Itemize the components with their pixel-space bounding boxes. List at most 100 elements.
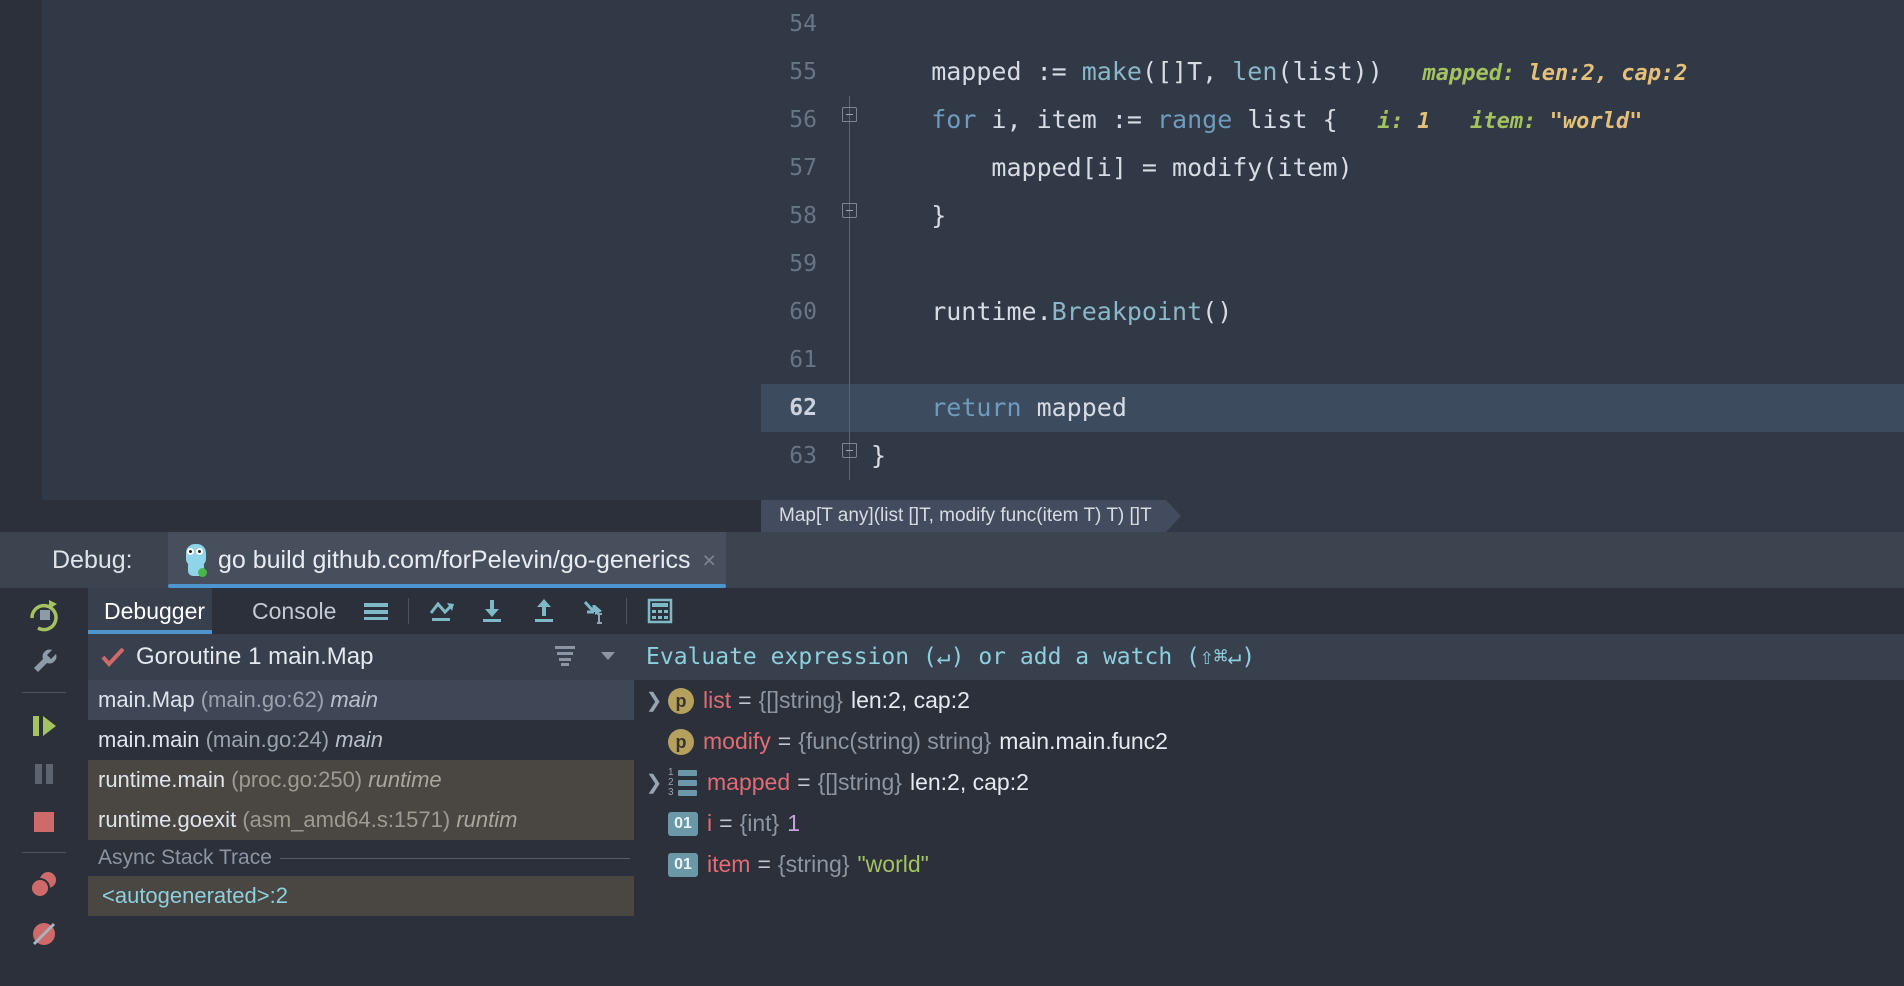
fold-marker-icon[interactable] — [842, 107, 857, 122]
frame-module: runtime — [368, 767, 442, 792]
fold-guide-line — [849, 240, 850, 288]
inline-hint-name: i: — [1377, 109, 1404, 134]
code-text: for i, item := range list { i: 1 item: "… — [931, 105, 1643, 134]
code-line-57[interactable]: 57 mapped[i] = modify(item) — [761, 144, 1904, 192]
code-line-54[interactable]: 54 — [761, 0, 1904, 48]
editor-empty-pane — [42, 0, 761, 500]
async-stack-trace-separator: Async Stack Trace — [88, 840, 634, 876]
fold-gutter[interactable] — [829, 192, 871, 240]
step-into-icon[interactable] — [476, 596, 508, 626]
frames-list[interactable]: main.Map (main.go:62) main main.main (mai… — [88, 680, 634, 840]
parameter-badge-icon: p — [668, 687, 694, 714]
debug-side-toolbar[interactable] — [0, 588, 88, 986]
variables-list[interactable]: ❯ p list = {[]string} len:2, cap:2 p modify = {fu… — [634, 680, 1904, 885]
debug-header: Debug: go build github.com/forPelevin/go… — [0, 532, 1904, 588]
breadcrumb[interactable]: Map[T any](list []T, modify func(item T)… — [761, 500, 1181, 532]
thread-running-check-icon — [100, 644, 126, 670]
variable-row[interactable]: p modify = {func(string) string} main.main.f… — [634, 721, 1904, 762]
fold-marker-icon[interactable] — [842, 203, 857, 218]
resume-program-icon[interactable] — [22, 704, 66, 748]
code-line-56[interactable]: 56 for i, item := range list { i: 1 item… — [761, 96, 1904, 144]
frame-function: runtime.main — [98, 767, 226, 792]
frame-function: main.main — [98, 727, 200, 752]
stack-frame-row[interactable]: runtime.goexit (asm_amd64.s:1571) runtim — [88, 800, 634, 840]
variable-value: len:2, cap:2 — [850, 687, 970, 713]
chevron-right-icon[interactable]: ❯ — [640, 688, 668, 713]
view-breakpoints-icon[interactable] — [22, 864, 66, 908]
code-line-58[interactable]: 58 } — [761, 192, 1904, 240]
fold-gutter[interactable] — [829, 0, 871, 48]
fold-gutter[interactable] — [829, 336, 871, 384]
mute-breakpoints-icon[interactable] — [22, 912, 66, 956]
variable-type: {func(string) string} — [798, 728, 992, 754]
thread-selector-label[interactable]: Goroutine 1 main.Map — [136, 643, 373, 671]
stack-frame-row[interactable]: main.Map (main.go:62) main — [88, 680, 634, 720]
frame-location: (proc.go:250) — [231, 767, 363, 792]
variable-name: list — [703, 687, 732, 713]
fold-gutter[interactable] — [829, 240, 871, 288]
inline-hint-value: len:2, cap:2 — [1528, 61, 1688, 86]
fold-marker-icon[interactable] — [842, 443, 857, 458]
step-over-icon[interactable] — [426, 596, 458, 626]
close-icon[interactable]: × — [703, 547, 716, 574]
stack-frame-row[interactable]: runtime.main (proc.go:250) runtime — [88, 760, 634, 800]
code-text: runtime.Breakpoint() — [871, 297, 1233, 326]
evaluate-expression-input[interactable]: Evaluate expression (↵) or add a watch (… — [634, 634, 1904, 680]
variable-value: "world" — [857, 851, 929, 877]
debug-body: Debugger Console Goroutine 1 main.Map ma… — [0, 588, 1904, 986]
evaluate-expression-icon[interactable] — [644, 596, 676, 626]
stop-icon[interactable] — [22, 800, 66, 844]
fold-gutter[interactable] — [829, 384, 871, 432]
fold-gutter[interactable] — [829, 48, 871, 96]
stack-filter-icon[interactable] — [552, 642, 578, 673]
code-line-63[interactable]: 63} — [761, 432, 1904, 480]
variable-name: item — [707, 851, 751, 877]
editor-area: 54 55 mapped := make([]T, len(list)) mapp… — [0, 0, 1904, 532]
run-to-cursor-icon[interactable] — [578, 596, 610, 626]
chevron-down-icon[interactable] — [596, 643, 620, 672]
tab-console[interactable]: Console — [236, 588, 340, 634]
debug-run-tab[interactable]: go build github.com/forPelevin/go-generi… — [168, 532, 726, 588]
fold-gutter[interactable] — [829, 432, 871, 480]
frame-module: main — [330, 687, 379, 712]
fold-gutter[interactable] — [829, 144, 871, 192]
frame-module: runtim — [456, 807, 518, 832]
line-number: 57 — [789, 155, 817, 181]
debug-tab-title: go build github.com/forPelevin/go-generi… — [218, 545, 691, 574]
code-line-62[interactable]: 62 return mapped — [761, 384, 1904, 432]
code-text: mapped := make([]T, len(list)) mapped: l… — [871, 57, 1688, 86]
code-line-59[interactable]: 59 — [761, 240, 1904, 288]
variable-row[interactable]: 01 i = {int} 1 — [634, 803, 1904, 844]
fold-gutter[interactable] — [829, 96, 871, 144]
code-lines[interactable]: 54 55 mapped := make([]T, len(list)) mapp… — [761, 0, 1904, 500]
rerun-icon[interactable] — [22, 592, 66, 636]
variable-row[interactable]: ❯ 1 2 3 mapped = {[]string} len:2, cap:2 — [634, 762, 1904, 803]
debugger-toolbar: Debugger Console — [88, 588, 1904, 634]
variable-row[interactable]: 01 item = {string} "world" — [634, 844, 1904, 885]
code-line-60[interactable]: 60 runtime.Breakpoint() — [761, 288, 1904, 336]
variable-equals: = — [738, 687, 752, 713]
toolbar-divider-2 — [22, 852, 66, 853]
fold-gutter[interactable] — [829, 288, 871, 336]
variable-value: len:2, cap:2 — [909, 769, 1029, 795]
line-number: 54 — [789, 11, 817, 37]
parameter-badge-icon: p — [668, 728, 694, 755]
async-frames-list[interactable]: <autogenerated>:2 — [88, 876, 634, 916]
variable-row[interactable]: ❯ p list = {[]string} len:2, cap:2 — [634, 680, 1904, 721]
frame-module: main — [335, 727, 383, 752]
tab-debugger[interactable]: Debugger — [88, 588, 212, 634]
pause-program-icon[interactable] — [22, 752, 66, 796]
chevron-right-icon[interactable]: ❯ — [640, 770, 668, 795]
async-frame-row[interactable]: <autogenerated>:2 — [88, 876, 634, 916]
variable-equals: = — [719, 810, 733, 836]
frames-header-actions — [552, 634, 620, 680]
stack-frame-row[interactable]: main.main (main.go:24) main — [88, 720, 634, 760]
settings-wrench-icon[interactable] — [22, 640, 66, 684]
code-line-55[interactable]: 55 mapped := make([]T, len(list)) mapped… — [761, 48, 1904, 96]
code-line-61[interactable]: 61 — [761, 336, 1904, 384]
code-text: } — [871, 441, 887, 470]
step-out-icon[interactable] — [528, 596, 560, 626]
layout-settings-icon[interactable] — [360, 596, 392, 626]
inline-hint-value: "world" — [1549, 109, 1643, 134]
code-text: } — [871, 201, 947, 230]
